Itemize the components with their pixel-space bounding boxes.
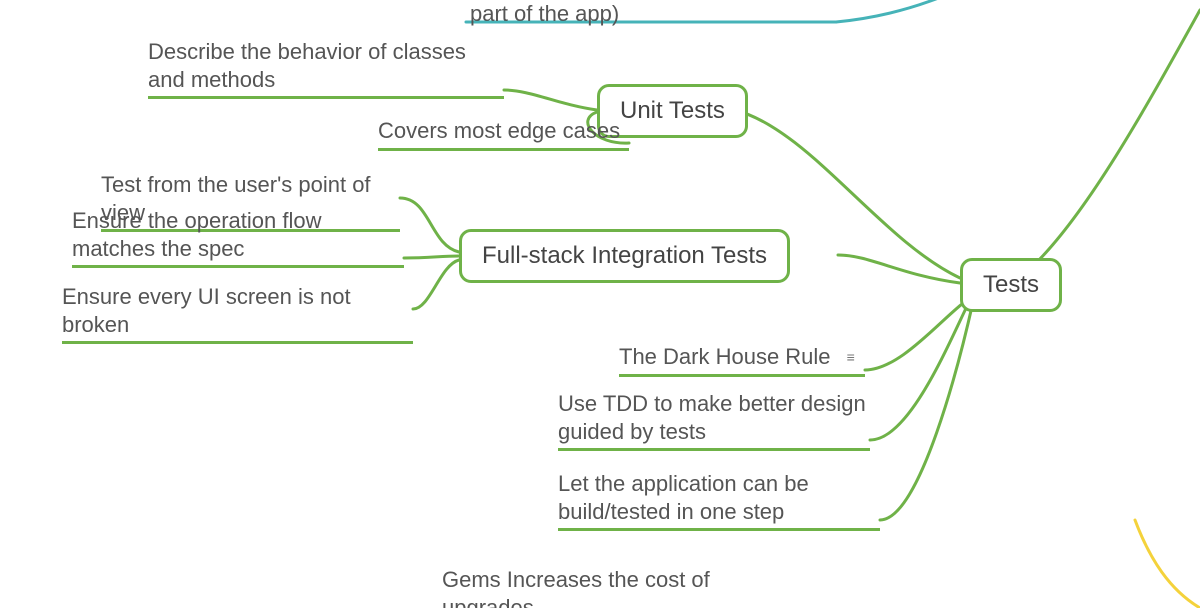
leaf-text: The Dark House Rule <box>619 344 831 369</box>
leaf-tdd-design[interactable]: Use TDD to make better design guided by … <box>558 390 870 445</box>
leaf-build-one-step[interactable]: Let the application can be build/tested … <box>558 470 880 525</box>
partial-top-line2: part of the app) <box>470 0 840 27</box>
leaf-unit-edge-cases[interactable]: Covers most edge cases <box>378 117 629 145</box>
leaf-text: Ensure every UI screen is not broken <box>62 284 351 337</box>
mindmap-canvas: Tests Unit Tests Full-stack Integration … <box>0 0 1200 608</box>
partial-bottom-line1: Gems Increases the cost of <box>442 566 762 594</box>
leaf-dark-house-rule[interactable]: The Dark House Rule ≡ <box>619 343 865 371</box>
node-label: Full-stack Integration Tests <box>482 242 767 269</box>
node-label: Tests <box>983 271 1039 298</box>
leaf-fsit-ui-not-broken[interactable]: Ensure every UI screen is not broken <box>62 283 413 338</box>
leaf-text: Describe the behavior of classes and met… <box>148 39 466 92</box>
leaf-text: Covers most edge cases <box>378 118 620 143</box>
node-tests-root[interactable]: Tests <box>960 258 1062 312</box>
leaf-unit-behavior[interactable]: Describe the behavior of classes and met… <box>148 38 504 93</box>
leaf-text: Use TDD to make better design guided by … <box>558 391 866 444</box>
node-label: Unit Tests <box>620 97 725 124</box>
note-icon: ≡ <box>847 349 853 367</box>
partial-bottom-line2: upgrades <box>442 594 762 608</box>
partial-top: before using it (by rewriting a small pa… <box>470 0 840 27</box>
node-fullstack-integration-tests[interactable]: Full-stack Integration Tests <box>459 229 790 283</box>
leaf-text: Let the application can be build/tested … <box>558 471 809 524</box>
leaf-fsit-flow-spec[interactable]: Ensure the operation flow matches the sp… <box>72 207 404 262</box>
leaf-text: Ensure the operation flow matches the sp… <box>72 208 322 261</box>
partial-bottom: Gems Increases the cost of upgrades <box>442 566 762 608</box>
